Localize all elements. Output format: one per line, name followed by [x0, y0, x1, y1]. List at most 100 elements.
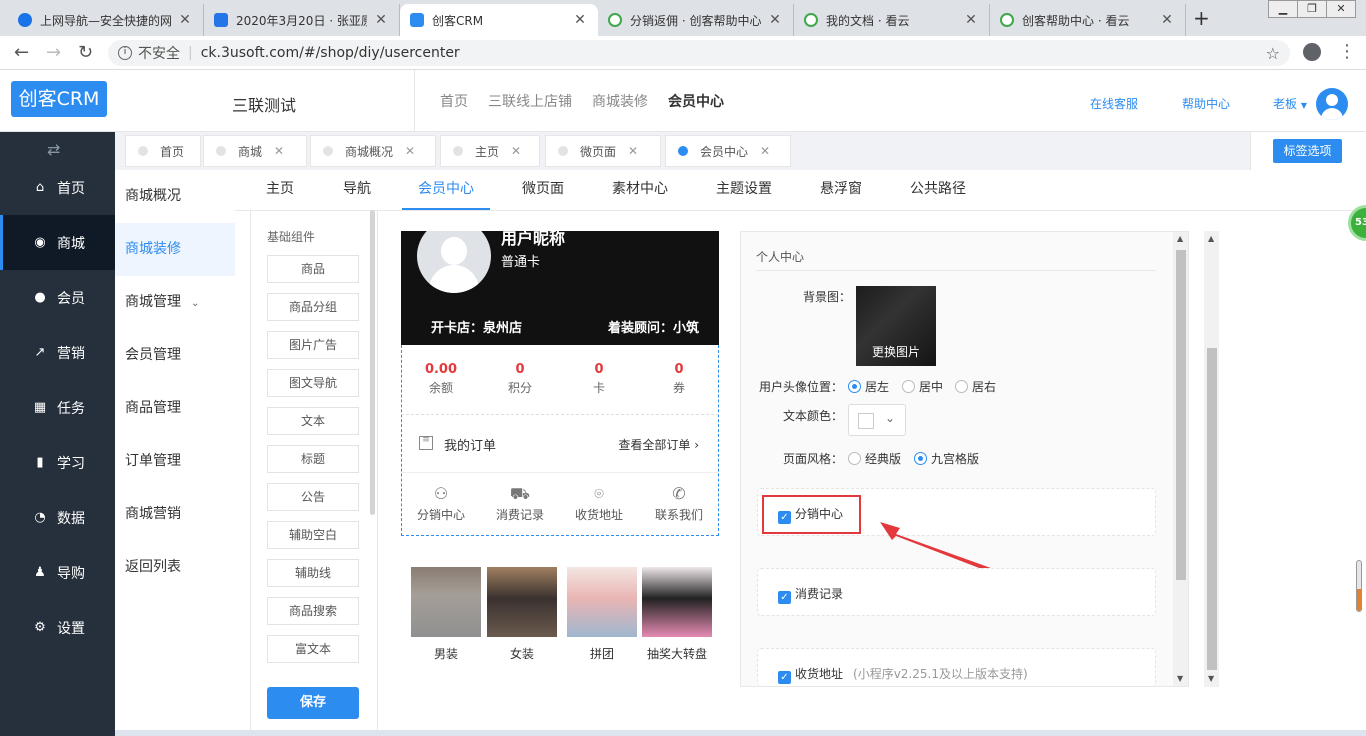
save-button[interactable]: 保存 — [267, 687, 359, 719]
sidebar-item-learn[interactable]: ▮ 学习 — [0, 435, 115, 490]
component-text[interactable]: 文本 — [267, 407, 359, 435]
tag-tab-member-center[interactable]: 会员中心 ✕ — [665, 135, 791, 167]
component-search[interactable]: 商品搜索 — [267, 597, 359, 625]
subnav-member-management[interactable]: 会员管理 — [115, 329, 235, 382]
stat-coupons[interactable]: 0券 — [639, 362, 719, 396]
bg-image-picker[interactable]: 更换图片 — [856, 286, 936, 366]
product-card-men[interactable]: 男装 — [411, 567, 481, 662]
my-orders-row[interactable]: ≡ 我的订单 查看全部订单 › — [401, 424, 719, 464]
new-tab-icon[interactable]: + — [1193, 6, 1210, 30]
topnav-decor[interactable]: 商城装修 — [592, 91, 648, 111]
content-tab-nav[interactable]: 导航 — [335, 170, 379, 210]
close-icon[interactable]: ✕ — [1159, 12, 1175, 28]
sidebar-item-data[interactable]: ◔ 数据 — [0, 490, 115, 545]
topnav-store[interactable]: 三联线上店铺 — [488, 91, 572, 111]
component-product[interactable]: 商品 — [267, 255, 359, 283]
component-scrollbar[interactable] — [370, 210, 375, 515]
topnav-member[interactable]: 会员中心 — [668, 91, 724, 111]
stat-balance[interactable]: 0.00 余额 — [401, 362, 481, 396]
content-tab-micropage[interactable]: 微页面 — [513, 170, 573, 210]
page-scroll-up-icon[interactable]: ▲ — [1208, 234, 1214, 243]
settings-scrollbar-thumb[interactable] — [1176, 250, 1186, 580]
view-all-orders-link[interactable]: 查看全部订单 › — [618, 436, 699, 453]
window-close-icon[interactable]: ✕ — [1326, 0, 1356, 18]
tag-tab-shop[interactable]: 商城 ✕ — [203, 135, 307, 167]
subnav-marketing[interactable]: 商城营销 — [115, 488, 235, 541]
sidebar-item-home[interactable]: ⌂ 首页 — [0, 160, 115, 215]
info-icon[interactable]: i — [118, 46, 132, 60]
preview-header[interactable]: 用户昵称 普通卡 开卡店：泉州店 着装顾问：小筑 — [401, 231, 719, 345]
user-menu[interactable]: 老板 ▼ — [1273, 95, 1307, 112]
content-tab-materials[interactable]: 素材中心 — [603, 170, 677, 210]
component-image-nav[interactable]: 图文导航 — [267, 369, 359, 397]
scroll-down-icon[interactable]: ▼ — [1177, 674, 1183, 683]
close-icon[interactable]: ✕ — [373, 12, 389, 28]
tag-tab-home[interactable]: 首页 — [125, 135, 201, 167]
product-card-group[interactable]: 拼团 — [567, 567, 637, 662]
tag-tab-main[interactable]: 主页 ✕ — [440, 135, 540, 167]
component-image-ad[interactable]: 图片广告 — [267, 331, 359, 359]
browser-tab-5[interactable]: 我的文档 · 看云 ✕ — [794, 4, 990, 36]
quick-distribution[interactable]: ⚇ 分销中心 — [401, 484, 481, 523]
component-notice[interactable]: 公告 — [267, 483, 359, 511]
subnav-back-to-list[interactable]: 返回列表 — [115, 541, 235, 594]
browser-tab-3[interactable]: 创客CRM ✕ — [400, 4, 598, 36]
close-icon[interactable]: ✕ — [511, 144, 521, 158]
sidebar-item-member[interactable]: ● 会员 — [0, 270, 115, 325]
profile-icon[interactable] — [1303, 43, 1321, 61]
content-tab-member-center[interactable]: 会员中心 — [402, 170, 490, 210]
sidebar-item-settings[interactable]: ⚙ 设置 — [0, 600, 115, 655]
product-card-lottery[interactable]: 抽奖大转盘 — [642, 567, 712, 662]
help-center-link[interactable]: 帮助中心 — [1182, 95, 1230, 112]
radio-avatar-left[interactable]: 居左 — [848, 378, 889, 395]
component-blank[interactable]: 辅助空白 — [267, 521, 359, 549]
checkbox-consumption[interactable]: ✓ 消费记录 — [778, 585, 843, 604]
menu-icon[interactable]: ⋮ — [1338, 41, 1356, 62]
close-icon[interactable]: ✕ — [405, 144, 415, 158]
online-service-link[interactable]: 在线客服 — [1090, 95, 1138, 112]
content-tab-theme[interactable]: 主题设置 — [707, 170, 781, 210]
change-image-button[interactable]: 更换图片 — [856, 343, 936, 360]
scroll-up-icon[interactable]: ▲ — [1177, 234, 1183, 243]
quick-contact[interactable]: ✆ 联系我们 — [639, 484, 719, 523]
component-richtext[interactable]: 富文本 — [267, 635, 359, 663]
star-icon[interactable]: ☆ — [1266, 44, 1280, 63]
topnav-home[interactable]: 首页 — [440, 91, 468, 111]
collapse-icon[interactable]: ⇄ — [47, 140, 60, 159]
subnav-shop-management[interactable]: 商城管理 ⌄ — [115, 276, 235, 329]
close-icon[interactable]: ✕ — [760, 144, 770, 158]
close-icon[interactable]: ✕ — [628, 144, 638, 158]
close-icon[interactable]: ✕ — [572, 12, 588, 28]
page-scroll-down-icon[interactable]: ▼ — [1208, 674, 1214, 683]
sidebar-item-marketing[interactable]: ↗ 营销 — [0, 325, 115, 380]
close-icon[interactable]: ✕ — [767, 12, 783, 28]
sidebar-item-task[interactable]: ▦ 任务 — [0, 380, 115, 435]
browser-tab-4[interactable]: 分销返佣 · 创客帮助中心 ✕ — [598, 4, 794, 36]
radio-style-classic[interactable]: 经典版 — [848, 450, 901, 467]
url-field[interactable]: i 不安全 | ck.3usoft.com/#/shop/diy/usercen… — [108, 40, 1290, 66]
component-product-group[interactable]: 商品分组 — [267, 293, 359, 321]
tag-tab-overview[interactable]: 商城概况 ✕ — [310, 135, 436, 167]
quick-consumption[interactable]: ⛟ 消费记录 — [480, 484, 560, 523]
text-color-picker[interactable]: ⌄ — [848, 404, 906, 436]
subnav-decoration[interactable]: 商城装修 — [115, 223, 235, 276]
quick-address[interactable]: ⌾ 收货地址 — [559, 484, 639, 523]
restore-icon[interactable]: ❐ — [1297, 0, 1327, 18]
sidebar-item-guide[interactable]: ♟ 导购 — [0, 545, 115, 600]
stat-cards[interactable]: 0卡 — [559, 362, 639, 396]
reload-icon[interactable]: ↻ — [78, 42, 93, 63]
tag-tab-micropage[interactable]: 微页面 ✕ — [545, 135, 661, 167]
radio-style-grid[interactable]: 九宫格版 — [914, 450, 979, 467]
checkbox-address[interactable]: ✓ 收货地址 (小程序v2.25.1及以上版本支持) — [778, 665, 1028, 684]
checkbox-distribution[interactable]: ✓ 分销中心 — [778, 505, 843, 524]
content-tab-paths[interactable]: 公共路径 — [901, 170, 975, 210]
close-icon[interactable]: ✕ — [177, 12, 193, 28]
component-divider[interactable]: 辅助线 — [267, 559, 359, 587]
browser-tab-2[interactable]: 2020年3月20日 · 张亚原 ✕ — [204, 4, 400, 36]
page-scrollbar-thumb[interactable] — [1207, 348, 1217, 670]
minimize-icon[interactable]: ▁ — [1268, 0, 1298, 18]
component-title[interactable]: 标题 — [267, 445, 359, 473]
content-tab-main[interactable]: 主页 — [258, 170, 302, 210]
product-card-women[interactable]: 女装 — [487, 567, 557, 662]
app-logo[interactable]: 创客CRM — [11, 81, 107, 117]
